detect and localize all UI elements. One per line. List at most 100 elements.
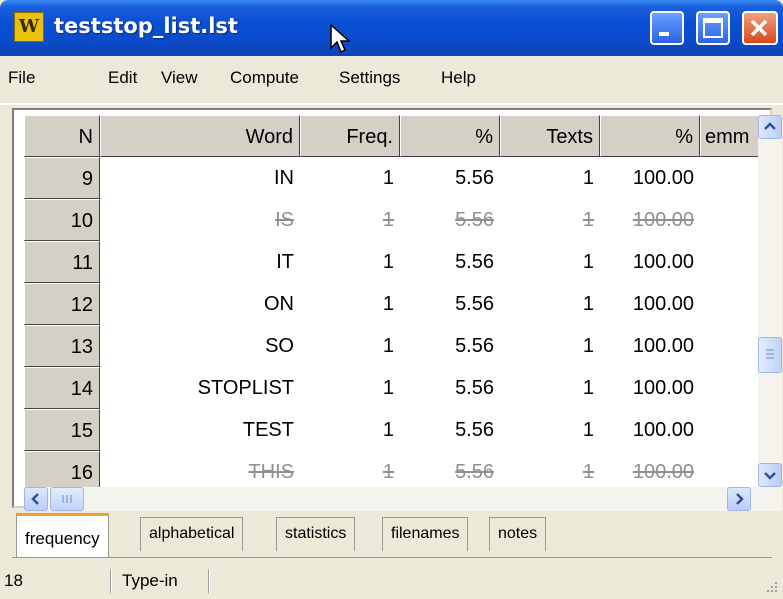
column-header-freq[interactable]: Freq. xyxy=(300,115,400,157)
grid-cells: N Word Freq. % Texts % emm 9 IN 1 5.56 1 100.… xyxy=(24,115,759,487)
window-title: teststop_list.lst xyxy=(54,14,238,38)
word-cell[interactable]: ON xyxy=(100,283,300,325)
texts-pct-cell[interactable]: 100.00 xyxy=(600,367,700,409)
chevron-left-icon xyxy=(31,493,39,505)
tab-notes[interactable]: notes xyxy=(489,517,547,551)
pct-cell[interactable]: 5.56 xyxy=(400,199,500,241)
freq-cell[interactable]: 1 xyxy=(300,409,400,451)
close-button[interactable] xyxy=(742,11,778,45)
menu-edit[interactable]: Edit xyxy=(108,68,137,88)
vertical-scrollbar[interactable] xyxy=(758,115,782,487)
menu-settings[interactable]: Settings xyxy=(339,68,400,88)
texts-cell[interactable]: 1 xyxy=(500,409,600,451)
texts-cell[interactable]: 1 xyxy=(500,283,600,325)
horizontal-scrollbar[interactable] xyxy=(24,487,782,511)
title-bar[interactable]: W teststop_list.lst xyxy=(0,0,783,56)
word-cell[interactable]: IS xyxy=(100,199,300,241)
menu-bar: File Edit View Compute Settings Help xyxy=(6,56,777,102)
texts-pct-cell[interactable]: 100.00 xyxy=(600,283,700,325)
chevron-up-icon xyxy=(764,122,776,130)
tab-frequency[interactable]: frequency xyxy=(16,513,109,557)
status-bar: 18 Type-in xyxy=(0,563,783,599)
word-cell[interactable]: THIS xyxy=(100,451,300,487)
close-icon xyxy=(750,19,768,37)
word-cell[interactable]: IT xyxy=(100,241,300,283)
menu-view[interactable]: View xyxy=(161,68,198,88)
texts-cell[interactable]: 1 xyxy=(500,451,600,487)
texts-pct-cell[interactable]: 100.00 xyxy=(600,157,700,199)
pct-cell[interactable]: 5.56 xyxy=(400,241,500,283)
texts-pct-cell[interactable]: 100.00 xyxy=(600,241,700,283)
pct-cell[interactable]: 5.56 xyxy=(400,157,500,199)
column-header-word[interactable]: Word xyxy=(100,115,300,157)
freq-cell[interactable]: 1 xyxy=(300,325,400,367)
tab-filenames[interactable]: filenames xyxy=(382,517,469,551)
menu-file[interactable]: File xyxy=(8,68,35,88)
texts-cell[interactable]: 1 xyxy=(500,325,600,367)
row-number-cell[interactable]: 16 xyxy=(24,451,100,487)
column-header-lemmas[interactable]: emm xyxy=(700,115,759,157)
row-number-cell[interactable]: 9 xyxy=(24,157,100,199)
freq-cell[interactable]: 1 xyxy=(300,199,400,241)
status-divider xyxy=(110,569,112,593)
row-number-cell[interactable]: 13 xyxy=(24,325,100,367)
tab-strip: frequency alphabetical statistics filena… xyxy=(12,513,772,559)
scroll-down-button[interactable] xyxy=(758,463,782,487)
word-cell[interactable]: STOPLIST xyxy=(100,367,300,409)
minimize-icon xyxy=(659,32,669,36)
menu-separator xyxy=(0,103,783,105)
column-header-pct[interactable]: % xyxy=(400,115,500,157)
scroll-up-button[interactable] xyxy=(758,115,782,139)
mouse-cursor-icon xyxy=(330,24,351,54)
minimize-button[interactable] xyxy=(650,11,684,45)
word-cell[interactable]: TEST xyxy=(100,409,300,451)
texts-cell[interactable]: 1 xyxy=(500,241,600,283)
scroll-left-button[interactable] xyxy=(24,487,48,511)
vertical-scroll-thumb[interactable] xyxy=(758,337,782,373)
texts-pct-cell[interactable]: 100.00 xyxy=(600,199,700,241)
row-number-cell[interactable]: 11 xyxy=(24,241,100,283)
maximize-button[interactable] xyxy=(696,11,730,45)
row-number-cell[interactable]: 10 xyxy=(24,199,100,241)
menu-compute[interactable]: Compute xyxy=(230,68,299,88)
column-header-texts[interactable]: Texts xyxy=(500,115,600,157)
status-mode: Type-in xyxy=(122,571,178,590)
status-divider xyxy=(208,569,210,593)
menu-help[interactable]: Help xyxy=(441,68,476,88)
pct-cell[interactable]: 5.56 xyxy=(400,451,500,487)
texts-pct-cell[interactable]: 100.00 xyxy=(600,325,700,367)
column-header-n[interactable]: N xyxy=(24,115,100,157)
texts-cell[interactable]: 1 xyxy=(500,367,600,409)
row-number-cell[interactable]: 14 xyxy=(24,367,100,409)
column-header-texts-pct[interactable]: % xyxy=(600,115,700,157)
grip-icon xyxy=(62,495,72,503)
row-number-cell[interactable]: 15 xyxy=(24,409,100,451)
grip-icon xyxy=(766,349,774,359)
freq-cell[interactable]: 1 xyxy=(300,283,400,325)
row-number-cell[interactable]: 12 xyxy=(24,283,100,325)
tab-alphabetical[interactable]: alphabetical xyxy=(140,517,244,551)
word-cell[interactable]: IN xyxy=(100,157,300,199)
scroll-right-button[interactable] xyxy=(727,487,751,511)
freq-cell[interactable]: 1 xyxy=(300,241,400,283)
texts-pct-cell[interactable]: 100.00 xyxy=(600,451,700,487)
texts-cell[interactable]: 1 xyxy=(500,157,600,199)
chevron-right-icon xyxy=(736,493,744,505)
resize-grip-icon[interactable] xyxy=(760,577,780,597)
status-word-count: 18 xyxy=(4,571,23,590)
word-list-grid: N Word Freq. % Texts % emm 9 IN 1 5.56 1 100.… xyxy=(12,108,782,511)
pct-cell[interactable]: 5.56 xyxy=(400,325,500,367)
maximize-icon xyxy=(703,18,723,38)
freq-cell[interactable]: 1 xyxy=(300,157,400,199)
app-icon[interactable]: W xyxy=(14,12,44,42)
word-cell[interactable]: SO xyxy=(100,325,300,367)
freq-cell[interactable]: 1 xyxy=(300,451,400,487)
pct-cell[interactable]: 5.56 xyxy=(400,367,500,409)
tab-statistics[interactable]: statistics xyxy=(276,517,356,551)
horizontal-scroll-thumb[interactable] xyxy=(50,487,84,511)
freq-cell[interactable]: 1 xyxy=(300,367,400,409)
texts-pct-cell[interactable]: 100.00 xyxy=(600,409,700,451)
texts-cell[interactable]: 1 xyxy=(500,199,600,241)
pct-cell[interactable]: 5.56 xyxy=(400,409,500,451)
pct-cell[interactable]: 5.56 xyxy=(400,283,500,325)
